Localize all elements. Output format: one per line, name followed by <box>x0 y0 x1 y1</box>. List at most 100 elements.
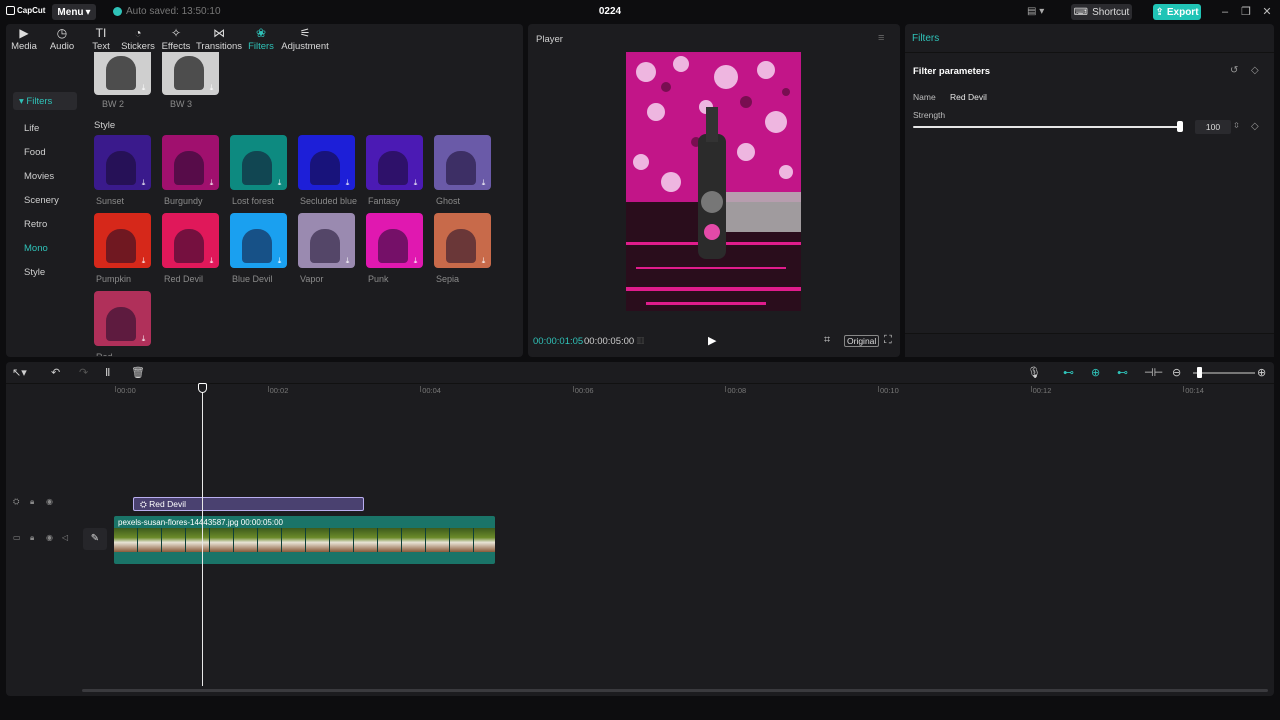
stepper-icon[interactable]: ⇳ <box>1233 121 1240 130</box>
minimize-icon[interactable]: – <box>1218 5 1232 19</box>
download-icon: ⤓ <box>413 178 418 187</box>
microphone-icon[interactable]: 🎙 <box>1027 366 1041 379</box>
filter-thumb[interactable]: ⤓ <box>162 135 219 190</box>
filter-thumb[interactable]: ⤓ <box>298 213 355 268</box>
filter-thumb[interactable]: ⤓ <box>230 213 287 268</box>
redo-icon[interactable]: ↷ <box>79 366 88 379</box>
eye-icon[interactable]: ◉ <box>46 533 53 542</box>
filmstrip-frame <box>258 528 282 552</box>
tab-stickers[interactable]: ◔ Stickers <box>118 26 158 53</box>
timeline-grid-icon[interactable]: ▥ <box>636 335 645 346</box>
playhead-handle[interactable] <box>198 383 207 393</box>
tab-label: Filters <box>248 41 274 52</box>
filter-thumb[interactable]: ⤓ <box>366 135 423 190</box>
filter-thumb[interactable]: ⤓ <box>94 135 151 190</box>
strength-keyframe-icon[interactable]: ◇ <box>1251 121 1259 132</box>
filter-thumb[interactable]: ⤓ <box>298 135 355 190</box>
export-button[interactable]: ⇪ Export <box>1153 4 1201 20</box>
auto-snapping-icon[interactable]: ⊕ <box>1091 366 1100 379</box>
zoom-out-icon[interactable]: ⊖ <box>1172 366 1181 379</box>
tab-text[interactable]: TI Text <box>81 26 121 53</box>
filmstrip-frame <box>354 528 378 552</box>
sidebar-item-mono[interactable]: Mono <box>24 243 48 254</box>
tab-effects[interactable]: ✧ Effects <box>156 26 196 53</box>
keyframe-icon[interactable]: ◇ <box>1251 65 1259 76</box>
edit-cover-button[interactable]: ✎ <box>83 528 107 550</box>
filter-sidebar: ▾ Filters Life Food Movies Scenery Retro… <box>6 54 86 357</box>
eye-icon[interactable]: ◉ <box>46 497 53 506</box>
main-track-magnet-icon[interactable]: ⊷ <box>1063 366 1074 379</box>
ruler-tick-mark <box>115 386 116 392</box>
zoom-fit-icon[interactable]: ⊕ <box>1257 366 1266 379</box>
filter-thumb-bw2[interactable]: ⤓ <box>94 52 151 95</box>
video-frame-image <box>626 52 801 311</box>
split-icon[interactable]: Ⅱ <box>105 366 110 379</box>
hamburger-icon[interactable]: ≡ <box>878 32 884 44</box>
fit-screen-icon[interactable]: ⌗ <box>824 334 830 347</box>
playhead-line[interactable] <box>202 386 203 686</box>
sidebar-item-filters[interactable]: ▾ Filters <box>13 92 77 110</box>
restore-icon[interactable]: ❐ <box>1239 5 1253 19</box>
section-title-style: Style <box>94 120 116 131</box>
project-title[interactable]: 0224 <box>590 6 630 17</box>
ruler-tick-label: 00:00 <box>117 386 136 395</box>
filter-thumb[interactable]: ⤓ <box>230 135 287 190</box>
media-panel: ▶ Media ◷ Audio TI Text ◔ Stickers ✧ Effects … <box>6 24 523 357</box>
filter-thumb-bw3[interactable]: ⤓ <box>162 52 219 95</box>
sidebar-item-scenery[interactable]: Scenery <box>24 195 59 206</box>
select-tool-icon[interactable]: ↖▾ <box>12 366 27 379</box>
strength-slider-track[interactable] <box>913 126 1179 128</box>
filter-thumb[interactable]: ⤓ <box>94 291 151 346</box>
ruler-tick-label: 00:06 <box>574 386 594 395</box>
tab-media[interactable]: ▶ Media <box>4 26 44 53</box>
download-icon: ⤓ <box>481 256 486 265</box>
shortcut-button[interactable]: ⌨ Shortcut <box>1071 4 1132 20</box>
menu-button[interactable]: Menu ▾ <box>52 4 96 20</box>
sidebar-item-retro[interactable]: Retro <box>24 219 47 230</box>
reset-icon[interactable]: ↺ <box>1230 65 1238 76</box>
lock-icon[interactable]: 🔒︎ <box>30 533 34 543</box>
filmstrip-frame <box>306 528 330 552</box>
filmstrip-frame <box>210 528 234 552</box>
timeline-toolbar: ↖▾ ↶ ↷ Ⅱ 🗑 🎙 ⊷ ⊕ ⊷ ⊣⊢ ⊖ ⊕ <box>6 362 1274 384</box>
export-label: Export <box>1166 6 1199 18</box>
fullscreen-icon[interactable]: ⛶ <box>884 334 892 347</box>
sidebar-item-style[interactable]: Style <box>24 267 45 278</box>
horizontal-scrollbar[interactable] <box>82 689 1268 692</box>
sidebar-item-food[interactable]: Food <box>24 147 46 158</box>
filter-thumb[interactable]: ⤓ <box>94 213 151 268</box>
lock-icon[interactable]: 🔒︎ <box>30 497 34 507</box>
filter-thumb[interactable]: ⤓ <box>434 135 491 190</box>
filter-clip[interactable]: ⛭ Red Devil <box>133 497 364 511</box>
inspector-tab-filters[interactable]: Filters <box>912 33 939 44</box>
audio-mute-icon[interactable]: ◁ <box>62 533 68 542</box>
filmstrip-frame <box>234 528 258 552</box>
tab-label: Effects <box>161 41 191 52</box>
original-ratio-button[interactable]: Original <box>844 335 880 347</box>
preview-axis-icon[interactable]: ⊣⊢ <box>1144 366 1163 379</box>
video-preview[interactable] <box>626 52 801 311</box>
delete-icon[interactable]: 🗑 <box>131 366 145 379</box>
sidebar-item-life[interactable]: Life <box>24 123 39 134</box>
play-icon[interactable]: ▶ <box>708 334 716 347</box>
thumb-image <box>106 229 136 263</box>
filter-thumb[interactable]: ⤓ <box>434 213 491 268</box>
filter-thumb[interactable]: ⤓ <box>162 213 219 268</box>
strength-input[interactable]: 100 <box>1195 120 1231 134</box>
layout-icon[interactable]: ▤ ▾ <box>1027 6 1047 18</box>
linkage-icon[interactable]: ⊷ <box>1117 366 1128 379</box>
filter-thumb[interactable]: ⤓ <box>366 213 423 268</box>
tab-adjustment[interactable]: ⚟ Adjustment <box>281 26 329 53</box>
zoom-slider-track[interactable] <box>1193 372 1255 374</box>
zoom-slider-handle[interactable] <box>1197 367 1202 378</box>
filter-name: Ghost <box>436 196 461 206</box>
close-icon[interactable]: ✕ <box>1260 5 1274 19</box>
video-clip[interactable]: pexels-susan-flores-14443587.jpg 00:00:0… <box>114 516 495 564</box>
tab-transitions[interactable]: ⋈ Transitions <box>196 26 242 53</box>
export-icon: ⇪ <box>1155 6 1164 18</box>
tab-audio[interactable]: ◷ Audio <box>42 26 82 53</box>
strength-slider-handle[interactable] <box>1177 121 1183 132</box>
tab-filters[interactable]: ❀ Filters <box>241 26 281 53</box>
undo-icon[interactable]: ↶ <box>51 366 60 379</box>
sidebar-item-movies[interactable]: Movies <box>24 171 54 182</box>
